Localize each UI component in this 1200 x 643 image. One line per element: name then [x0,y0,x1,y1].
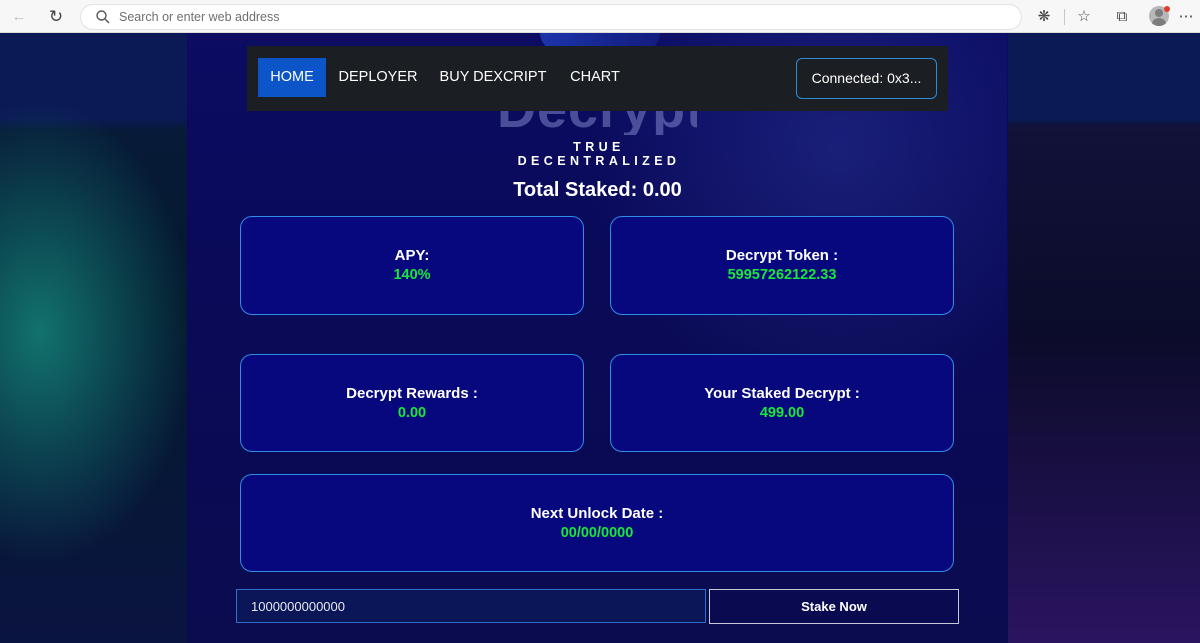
top-navigation: HOME DEPLOYER BUY DEXCRIPT CHART Connect… [247,46,948,111]
apy-value: 140% [393,267,431,283]
nav-deployer[interactable]: DEPLOYER [333,58,423,97]
page-content: Decrypt TRUE DECENTRALIZED HOME DEPLOYER… [0,33,1200,643]
nav-chart[interactable]: CHART [565,58,625,97]
token-label: Decrypt Token : [725,247,839,264]
staked-label: Your Staked Decrypt : [704,385,860,402]
stake-now-button[interactable]: Stake Now [709,589,959,624]
token-value: 59957262122.33 [727,267,837,283]
rewards-card: Decrypt Rewards : 0.00 [240,354,584,452]
unlock-label: Next Unlock Date : [530,505,664,522]
search-icon [96,10,110,24]
unlock-card: Next Unlock Date : 00/00/0000 [240,474,954,572]
toolbar-divider [1064,9,1065,25]
nav-buy-dexcript[interactable]: BUY DEXCRIPT [436,58,550,97]
stake-amount-input[interactable] [236,589,706,623]
favorites-icon[interactable]: ☆ [1074,7,1094,27]
wallet-connect-button[interactable]: Connected: 0x3... [796,58,937,99]
collections-icon[interactable]: ⧉ [1112,7,1132,27]
back-arrow-icon[interactable]: ← [8,6,30,28]
staked-value: 499.00 [759,405,805,421]
apy-card: APY: 140% [240,216,584,315]
extensions-icon[interactable]: ❋ [1034,7,1054,27]
total-staked: Total Staked: 0.00 [513,179,682,201]
more-icon[interactable]: ⋯ [1176,7,1196,27]
address-bar[interactable] [80,4,1022,30]
address-input[interactable] [119,7,999,27]
brand-tagline: TRUE DECENTRALIZED [517,140,681,168]
rewards-value: 0.00 [397,405,427,421]
rewards-label: Decrypt Rewards : [346,385,478,402]
apy-label: APY: [394,247,430,264]
token-card: Decrypt Token : 59957262122.33 [610,216,954,315]
browser-toolbar: ← ↻ ❋ ☆ ⧉ ⋯ [0,0,1200,33]
notification-dot [1164,6,1170,12]
nav-home[interactable]: HOME [258,58,326,97]
background-panel-right [1008,123,1200,643]
reload-icon[interactable]: ↻ [45,6,67,28]
unlock-value: 00/00/0000 [560,525,634,541]
staked-card: Your Staked Decrypt : 499.00 [610,354,954,452]
